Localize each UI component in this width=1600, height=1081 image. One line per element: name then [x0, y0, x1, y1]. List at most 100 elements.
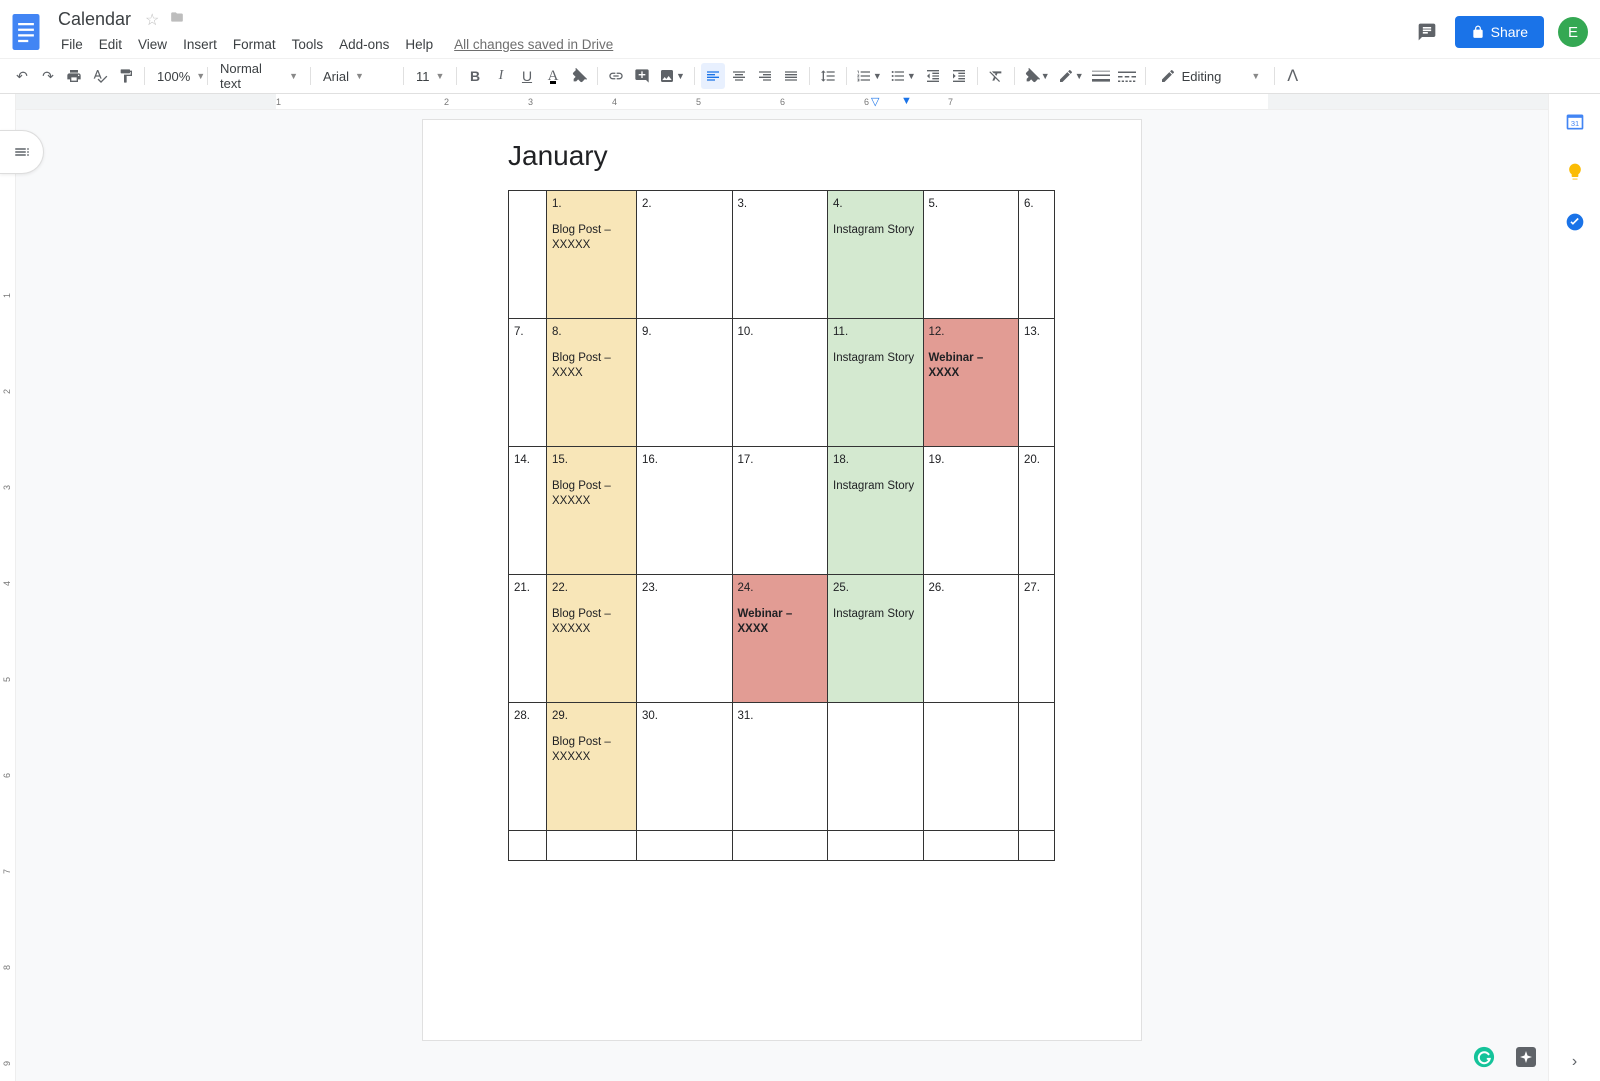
calendar-cell[interactable]: 3. [732, 191, 828, 319]
save-status[interactable]: All changes saved in Drive [454, 37, 613, 52]
font-size-select[interactable]: 11▼ [410, 63, 450, 89]
calendar-table[interactable]: 1.Blog Post – XXXXX2.3.4.Instagram Story… [508, 190, 1055, 861]
share-button[interactable]: Share [1455, 16, 1544, 48]
calendar-cell[interactable] [509, 831, 547, 861]
insert-comment-icon[interactable] [630, 63, 654, 89]
menu-view[interactable]: View [131, 34, 174, 55]
grammarly-icon[interactable] [1470, 1043, 1498, 1071]
comments-icon[interactable] [1413, 18, 1441, 46]
calendar-cell[interactable] [547, 831, 637, 861]
calendar-cell[interactable]: 10. [732, 319, 828, 447]
first-line-indent-marker-icon[interactable]: ▼ [901, 95, 912, 107]
calendar-cell[interactable] [828, 831, 924, 861]
numbered-list-icon[interactable]: ▼ [853, 63, 885, 89]
increase-indent-icon[interactable] [947, 63, 971, 89]
calendar-cell[interactable]: 7. [509, 319, 547, 447]
underline-icon[interactable]: U [515, 63, 539, 89]
calendar-cell[interactable]: 26. [923, 575, 1019, 703]
calendar-cell[interactable]: 9. [637, 319, 733, 447]
folder-icon[interactable] [169, 10, 185, 29]
calendar-cell[interactable]: 18.Instagram Story [828, 447, 924, 575]
calendar-cell[interactable] [923, 703, 1019, 831]
paint-format-icon[interactable] [114, 63, 138, 89]
menu-tools[interactable]: Tools [285, 34, 331, 55]
calendar-cell[interactable]: 20. [1019, 447, 1055, 575]
bulleted-list-icon[interactable]: ▼ [887, 63, 919, 89]
calendar-cell[interactable] [732, 831, 828, 861]
calendar-cell[interactable] [637, 831, 733, 861]
calendar-cell[interactable]: 23. [637, 575, 733, 703]
clear-formatting-icon[interactable] [984, 63, 1008, 89]
docs-logo-icon[interactable] [8, 8, 44, 56]
font-family-select[interactable]: Arial▼ [317, 63, 397, 89]
menu-file[interactable]: File [54, 34, 90, 55]
calendar-cell[interactable] [1019, 831, 1055, 861]
calendar-cell[interactable] [509, 191, 547, 319]
calendar-cell[interactable]: 2. [637, 191, 733, 319]
print-icon[interactable] [62, 63, 86, 89]
document-title[interactable]: Calendar [54, 8, 135, 31]
outline-toggle-icon[interactable] [0, 130, 44, 174]
menu-edit[interactable]: Edit [92, 34, 129, 55]
align-justify-icon[interactable] [779, 63, 803, 89]
calendar-cell[interactable]: 8.Blog Post – XXXX [547, 319, 637, 447]
calendar-cell[interactable]: 22.Blog Post – XXXXX [547, 575, 637, 703]
calendar-cell[interactable]: 1.Blog Post – XXXXX [547, 191, 637, 319]
calendar-cell[interactable]: 24.Webinar – XXXX [732, 575, 828, 703]
right-indent-marker-icon[interactable]: ▽ [871, 95, 879, 108]
calendar-cell[interactable]: 28. [509, 703, 547, 831]
calendar-cell[interactable]: 30. [637, 703, 733, 831]
menu-help[interactable]: Help [398, 34, 440, 55]
italic-icon[interactable]: I [489, 63, 513, 89]
decrease-indent-icon[interactable] [921, 63, 945, 89]
calendar-cell[interactable]: 4.Instagram Story [828, 191, 924, 319]
calendar-cell[interactable]: 21. [509, 575, 547, 703]
redo-icon[interactable]: ↷ [36, 63, 60, 89]
menu-format[interactable]: Format [226, 34, 283, 55]
account-avatar[interactable]: E [1558, 17, 1588, 47]
line-spacing-icon[interactable] [816, 63, 840, 89]
calendar-cell[interactable] [1019, 703, 1055, 831]
explore-icon[interactable] [1512, 1043, 1540, 1071]
calendar-cell[interactable]: 27. [1019, 575, 1055, 703]
calendar-cell[interactable]: 19. [923, 447, 1019, 575]
zoom-select[interactable]: 100%▼ [151, 63, 201, 89]
star-icon[interactable]: ☆ [145, 10, 159, 30]
calendar-cell[interactable]: 17. [732, 447, 828, 575]
insert-image-icon[interactable]: ▼ [656, 63, 688, 89]
horizontal-ruler[interactable]: 1 2 3 4 5 6 6 7 ▽ ▼ [16, 94, 1548, 110]
border-width-icon[interactable] [1089, 63, 1113, 89]
calendar-cell[interactable]: 25.Instagram Story [828, 575, 924, 703]
calendar-cell[interactable]: 6. [1019, 191, 1055, 319]
border-color-icon[interactable]: ▼ [1055, 63, 1087, 89]
document-area[interactable]: 1 2 3 4 5 6 6 7 ▽ ▼ January 1.Blog Post … [16, 94, 1548, 1081]
calendar-cell[interactable]: 12.Webinar – XXXX [923, 319, 1019, 447]
keep-app-icon[interactable] [1565, 162, 1585, 182]
collapse-toolbar-icon[interactable]: ᐱ [1281, 66, 1304, 86]
align-center-icon[interactable] [727, 63, 751, 89]
spellcheck-icon[interactable] [88, 63, 112, 89]
calendar-cell[interactable] [923, 831, 1019, 861]
border-dash-icon[interactable] [1115, 63, 1139, 89]
align-right-icon[interactable] [753, 63, 777, 89]
calendar-cell[interactable] [828, 703, 924, 831]
menu-addons[interactable]: Add-ons [332, 34, 396, 55]
calendar-cell[interactable]: 14. [509, 447, 547, 575]
calendar-cell[interactable]: 15.Blog Post – XXXXX [547, 447, 637, 575]
menu-insert[interactable]: Insert [176, 34, 224, 55]
calendar-cell[interactable]: 31. [732, 703, 828, 831]
cell-fill-color-icon[interactable]: ▼ [1021, 63, 1053, 89]
calendar-cell[interactable]: 5. [923, 191, 1019, 319]
tasks-app-icon[interactable] [1565, 212, 1585, 232]
expand-side-panel-icon[interactable]: › [1572, 1053, 1577, 1071]
document-heading[interactable]: January [508, 140, 1056, 172]
calendar-cell[interactable]: 29.Blog Post – XXXXX [547, 703, 637, 831]
bold-icon[interactable]: B [463, 63, 487, 89]
calendar-cell[interactable]: 13. [1019, 319, 1055, 447]
text-color-icon[interactable]: A [541, 63, 565, 89]
calendar-app-icon[interactable]: 31 [1565, 112, 1585, 132]
align-left-icon[interactable] [701, 63, 725, 89]
insert-link-icon[interactable] [604, 63, 628, 89]
calendar-cell[interactable]: 11.Instagram Story [828, 319, 924, 447]
calendar-cell[interactable]: 16. [637, 447, 733, 575]
